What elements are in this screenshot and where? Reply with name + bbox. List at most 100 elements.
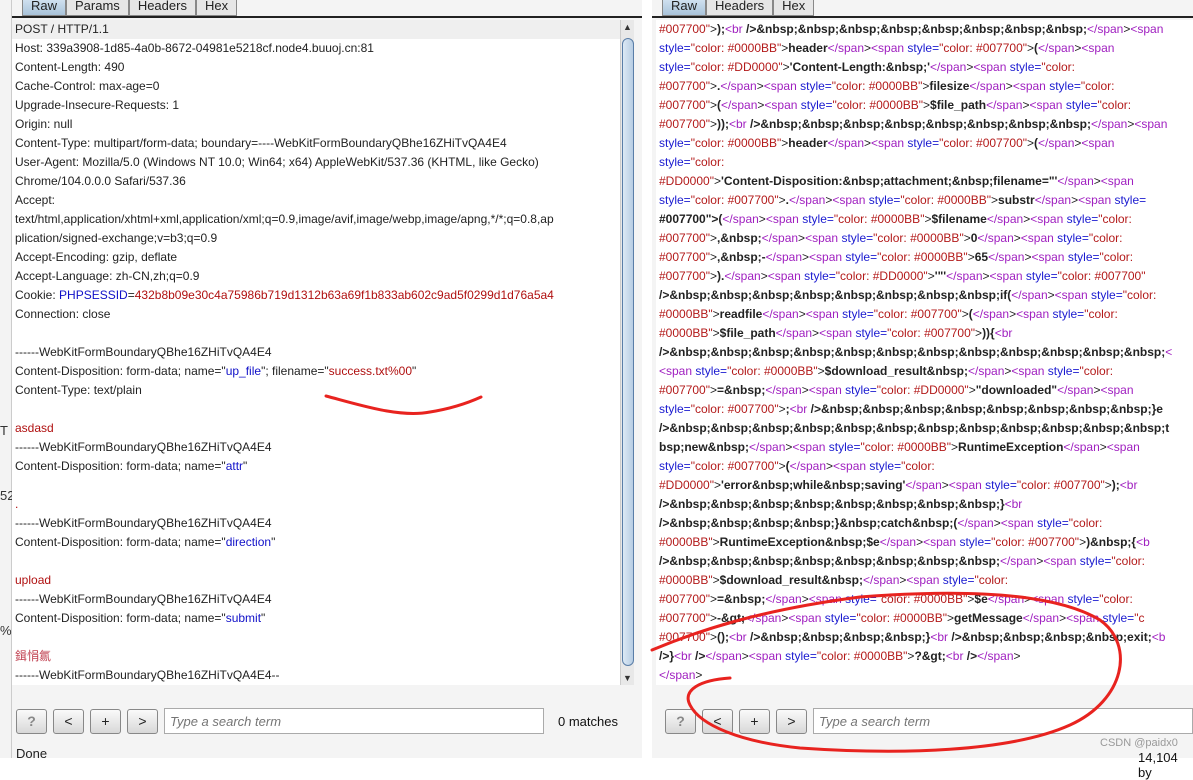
response-token: '"' [934,269,947,283]
response-line: />&nbsp;&nbsp;&nbsp;&nbsp;&nbsp;&nbsp;&n… [656,286,1193,305]
request-line: Accept: [12,191,634,210]
response-token: "color: #0000BB" [873,231,964,245]
response-token: > [798,307,806,321]
response-token: />&nbsp;&nbsp;&nbsp;&nbsp;&nbsp;&nbsp;&n… [659,497,1005,511]
request-text: Content-Length: 490 [15,60,125,74]
previous-button[interactable]: < [702,708,733,734]
response-token: > [778,402,786,416]
response-token: </span [765,383,802,397]
request-line: asdasd [12,419,634,438]
previous-button[interactable]: < [53,708,84,734]
request-text: "; filename=" [261,364,329,378]
response-token: > [927,269,935,283]
request-text: 鍓悁氱 [15,649,52,663]
response-token: />&nbsp;&nbsp;&nbsp;&nbsp;&nbsp;&nbsp;&n… [659,554,1000,568]
scroll-down-icon[interactable]: ▼ [623,673,632,683]
response-token: (); [717,630,729,644]
response-editor[interactable]: #007700">);<br />&nbsp;&nbsp;&nbsp;&nbsp… [656,20,1193,685]
request-line: Content-Disposition: form-data; name="su… [12,609,634,628]
request-text: success.txt%00 [328,364,413,378]
response-token: =&nbsp; [717,383,766,397]
tab-headers[interactable]: Headers [706,0,774,16]
tab-headers[interactable]: Headers [128,0,196,16]
response-token: </span [977,649,1014,663]
watermark: CSDN @paidx0 [1100,737,1178,749]
response-token: />&nbsp;&nbsp;&nbsp;&nbsp;&nbsp;&nbsp;&n… [746,22,1087,36]
tab-hex[interactable]: Hex [773,0,815,16]
request-line: ------WebKitFormBoundaryQBhe16ZHiTvQA4E4 [12,590,634,609]
tab-raw[interactable]: Raw [22,0,67,16]
response-token: <br [994,326,1013,340]
response-token: > [709,231,717,245]
response-token: > [982,269,990,283]
response-token: style= [1047,364,1080,378]
response-token: </span [705,649,742,663]
tab-raw[interactable]: Raw [662,0,707,16]
response-token: style= [802,212,834,226]
scrollbar-thumb[interactable] [622,38,634,666]
response-token: header [788,41,828,55]
response-token: style= [785,649,817,663]
response-token: "color: #DD0000" [876,383,969,397]
add-button[interactable]: + [739,708,770,734]
response-token: <span [1012,79,1046,93]
response-token: style= [824,611,857,625]
request-text: Cookie: [15,288,60,302]
response-token: style= [842,307,874,321]
response-tabs: Raw Headers Hex [662,0,815,16]
response-token: > [991,193,999,207]
tab-hex[interactable]: Hex [195,0,238,16]
request-line [12,628,634,647]
tab-params[interactable]: Params [66,0,129,16]
response-token: <b [1136,535,1150,549]
request-line: ------WebKitFormBoundaryQBhe16ZHiTvQA4E4 [12,514,634,533]
request-line: Accept-Language: zh-CN,zh;q=0.9 [12,267,634,286]
help-button[interactable]: ? [665,708,696,734]
response-line: />&nbsp;&nbsp;&nbsp;&nbsp;&nbsp;&nbsp;&n… [656,419,1193,438]
add-button[interactable]: + [90,708,121,734]
response-token: "color: #0000BB" [832,98,924,112]
response-token: style= [659,459,691,473]
response-token: "color: #007700" [690,193,779,207]
response-token: "color: [1099,592,1133,606]
response-token: />&nbsp;&nbsp;&nbsp;&nbsp;&nbsp;&nbsp;&n… [750,117,1091,131]
request-line [12,476,634,495]
response-token: style= [659,402,691,416]
response-token: style= [1052,307,1085,321]
request-text: Host: 339a3908-1d85-4a0b-8672-04981e5218… [15,41,374,55]
response-token: style= [1114,193,1147,207]
scroll-up-icon[interactable]: ▲ [623,22,632,32]
response-token: $filename [931,212,987,226]
response-line: />}<br /></span><span style="color: #000… [656,647,1193,666]
request-line [12,400,634,419]
response-token: <br [945,649,964,663]
response-token: style= [695,364,728,378]
request-scrollbar[interactable]: ▲ ▼ [620,20,634,685]
request-line [12,324,634,343]
response-token: style= [828,440,861,454]
response-token: =&nbsp; [717,592,766,606]
request-text: asdasd [15,421,54,435]
help-button[interactable]: ? [16,708,47,734]
response-token: <br [729,630,747,644]
response-token: <span [819,326,853,340]
response-token: < [1165,345,1173,359]
response-token: > [801,383,809,397]
response-token: > [760,269,768,283]
search-input[interactable] [164,708,544,734]
request-line: POST / HTTP/1.1 [12,20,634,39]
response-token: "downloaded" [975,383,1058,397]
response-token: 'Content-Length:&nbsp;' [789,60,930,74]
response-token: 'error&nbsp;while&nbsp;saving' [720,478,906,492]
response-token: "color: #0000BB" [690,136,782,150]
next-button[interactable]: > [127,708,158,734]
response-token: <span [767,269,801,283]
response-token: style= [1037,516,1069,530]
response-line: #0000BB">$download_result&nbsp;</span><s… [656,571,1193,590]
request-line: ------WebKitFormBoundaryQBhe16ZHiTvQA4E4 [12,343,634,362]
search-input[interactable] [813,708,1193,734]
next-button[interactable]: > [776,708,807,734]
request-editor[interactable]: POST / HTTP/1.1 Host: 339a3908-1d85-4a0b-… [12,20,634,685]
response-token: </span [744,611,782,625]
response-token: />} [659,649,675,663]
